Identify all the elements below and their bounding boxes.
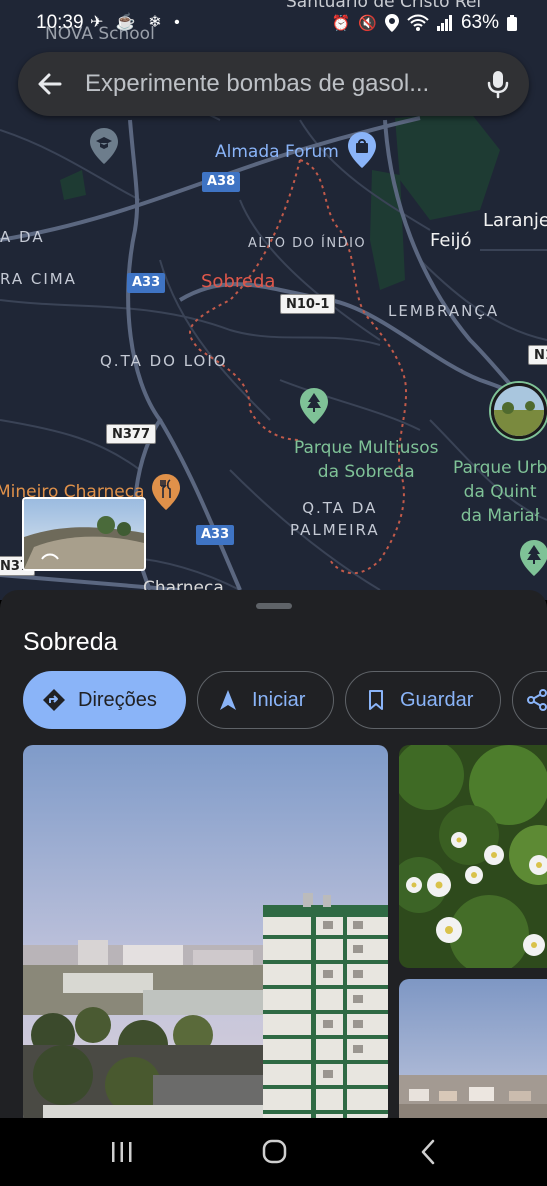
status-right-group: ⏰ 🔇 63% (332, 12, 517, 34)
map-label-qta-do-loio: Q.TA DO LOIO (100, 352, 228, 370)
share-button[interactable] (512, 671, 547, 729)
parque-urbano-line3: da Mariał (460, 506, 540, 526)
parque-multiusos-line2: da Sobreda (317, 462, 415, 482)
alarm-icon: ⏰ (331, 15, 351, 32)
place-bottom-sheet[interactable]: Sobreda Direções Iniciar Guardar (0, 590, 547, 1120)
map-label-sobreda[interactable]: Sobreda (201, 271, 275, 292)
parque-multiusos-line1: Parque Multiusos (294, 438, 439, 458)
navigation-arrow-icon (220, 690, 236, 710)
school-pin-icon[interactable] (90, 128, 118, 164)
back-nav-icon[interactable] (408, 1136, 448, 1168)
back-arrow-icon[interactable] (34, 68, 66, 100)
directions-label: Direções (78, 688, 157, 711)
wifi-icon (407, 14, 429, 31)
save-button[interactable]: Guardar (345, 671, 501, 729)
road-shield-a33: A33 (127, 273, 166, 293)
notification-icons: ✈ ☕ ❄ • (90, 14, 184, 31)
place-title: Sobreda (23, 628, 118, 656)
location-icon (384, 14, 399, 32)
status-bar: 10:39 ✈ ☕ ❄ • ⏰ 🔇 63% (0, 0, 547, 46)
home-icon[interactable] (254, 1136, 294, 1168)
map-label-qta-da-palmeira: Q.TA DA PALMEIRA (290, 497, 380, 541)
share-icon (527, 689, 547, 711)
map-label-feijo: Feijó (430, 230, 472, 251)
road-shield-n1: N1 (528, 345, 547, 365)
directions-button[interactable]: Direções (23, 671, 186, 729)
qta-da-palmeira-line1: Q.TA DA (302, 499, 378, 517)
microphone-icon[interactable] (481, 67, 515, 101)
park-pin-icon[interactable] (300, 388, 328, 424)
map-label-almada-forum[interactable]: Almada Forum (215, 142, 339, 162)
map-label-parque-multiusos[interactable]: Parque Multiusos da Sobreda (294, 436, 438, 484)
road-shield-n377: N377 (106, 424, 157, 444)
parque-urbano-line2: da Quint (463, 482, 537, 502)
photo-city-view[interactable] (23, 745, 388, 1120)
sheet-drag-handle[interactable] (256, 603, 292, 609)
map-label-parque-urbano[interactable]: Parque Urb da Quint da Mariał (453, 456, 547, 528)
parque-urbano-line1: Parque Urb (453, 458, 547, 478)
battery-percent: 63% (460, 12, 499, 33)
road-shield-n10-1: N10-1 (280, 294, 336, 314)
shopping-pin-icon[interactable] (348, 132, 376, 168)
map-view[interactable]: NOVA School Santuário de Cristo Rei Alma… (0, 0, 547, 600)
qta-da-palmeira-line2: PALMEIRA (290, 521, 380, 539)
photo-flowers[interactable] (399, 745, 547, 968)
map-label-lembranca: LEMBRANÇA (388, 302, 500, 320)
action-chips: Direções Iniciar Guardar (23, 671, 547, 729)
road-shield-a38: A38 (202, 172, 241, 192)
map-label-alto-do-indio: ALTO DO ÍNDIO (248, 236, 367, 251)
directions-icon (43, 689, 65, 711)
start-navigation-button[interactable]: Iniciar (197, 671, 334, 729)
mute-icon: 🔇 (358, 15, 377, 32)
battery-icon (507, 15, 517, 31)
map-label-laranjeiro: Laranje (483, 210, 547, 231)
save-label: Guardar (400, 688, 474, 711)
system-navigation-bar (0, 1118, 547, 1186)
restaurant-pin-icon[interactable] (152, 474, 180, 510)
start-label: Iniciar (252, 688, 306, 711)
bookmark-icon (369, 690, 383, 710)
street-view-thumbnail[interactable] (22, 497, 146, 571)
map-label-da-cima-1: A DA (0, 228, 45, 246)
photo-gallery[interactable] (0, 745, 547, 1120)
road-shield-a33: A33 (196, 525, 235, 545)
photo-town-horizon[interactable] (399, 979, 547, 1120)
signal-icon (436, 15, 452, 31)
photo-marker[interactable] (491, 383, 547, 439)
search-input[interactable]: Experimente bombas de gasol... (85, 70, 429, 98)
recent-apps-icon[interactable] (102, 1136, 142, 1168)
status-time: 10:39 (36, 12, 84, 33)
search-bar[interactable]: Experimente bombas de gasol... (18, 52, 529, 116)
park-pin-icon[interactable] (520, 540, 547, 576)
map-label-da-cima-2: RA CIMA (0, 270, 77, 288)
